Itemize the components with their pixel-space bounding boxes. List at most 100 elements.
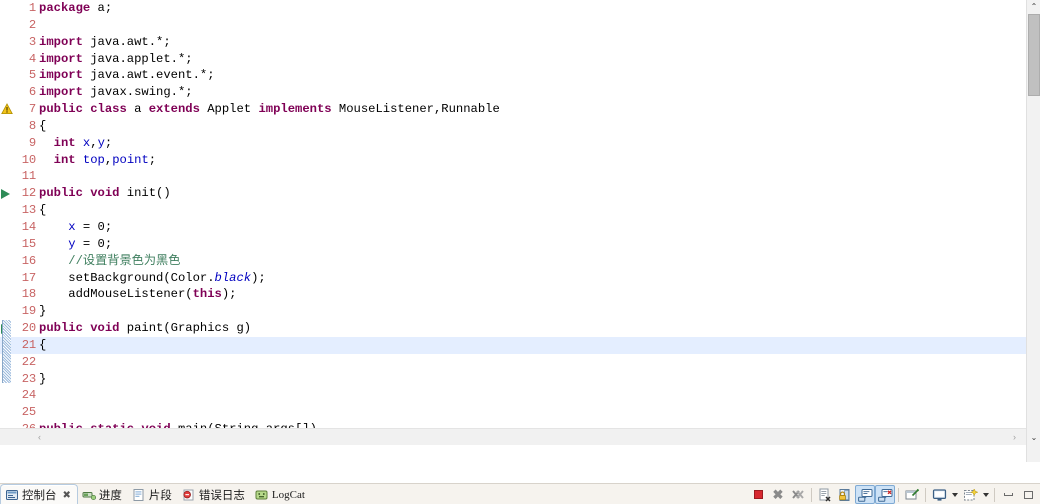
scroll-right-arrow[interactable]: › [1007,430,1022,445]
code-line[interactable]: 7 public class a extends Applet implement… [0,101,1026,118]
code-text[interactable]: //设置背景色为黑色 [39,253,180,270]
code-text[interactable]: x = 0; [39,219,112,236]
view-tab-tab0[interactable]: 控制台 ✖ [0,484,78,504]
folding-region-indicator[interactable] [2,320,11,383]
annotation-ruler-cell[interactable] [0,84,14,101]
annotation-ruler-cell[interactable] [0,135,14,152]
code-line[interactable]: 10 int top,point; [0,152,1026,169]
view-tab-tab1[interactable]: 进度 [78,484,128,504]
annotation-ruler-cell[interactable] [0,202,14,219]
annotation-ruler-cell[interactable] [0,270,14,287]
code-text[interactable]: setBackground(Color.black); [39,270,266,287]
code-line[interactable]: 15 y = 0; [0,236,1026,253]
annotation-ruler-cell[interactable] [0,303,14,320]
annotation-ruler-cell[interactable] [0,286,14,303]
remove-all-terminated-button[interactable] [788,485,808,504]
annotation-ruler-cell[interactable] [0,253,14,270]
annotation-ruler-cell[interactable] [0,101,14,118]
annotation-ruler-cell[interactable] [0,168,14,185]
scroll-up-arrow[interactable]: ⌃ [1027,0,1040,14]
editor-horizontal-scrollbar[interactable]: ‹ › [0,428,1026,445]
code-line[interactable]: 16 //设置背景色为黑色 [0,253,1026,270]
line-number: 4 [28,51,36,66]
code-line[interactable]: 17 setBackground(Color.black); [0,270,1026,287]
code-line[interactable]: 3 import java.awt.*; [0,34,1026,51]
annotation-ruler-cell[interactable] [0,17,14,34]
show-console-on-output-button[interactable] [855,485,875,504]
code-line[interactable]: 20 public void paint(Graphics g) [0,320,1026,337]
code-text[interactable]: public void init() [39,185,171,202]
code-line[interactable]: 13{ [0,202,1026,219]
code-editor[interactable]: 1 package a; 2 3 import java.awt.*; 4 import j… [0,0,1040,462]
code-line[interactable]: 24 [0,387,1026,404]
clear-console-button[interactable] [815,485,835,504]
code-text[interactable]: int x,y; [39,135,113,152]
editor-text-rows[interactable]: 1 package a; 2 3 import java.awt.*; 4 import j… [0,0,1026,445]
code-line[interactable]: 1 package a; [0,0,1026,17]
code-line[interactable]: 19} [0,303,1026,320]
code-text[interactable]: public void paint(Graphics g) [39,320,251,337]
code-text[interactable]: public class a extends Applet implements… [39,101,500,118]
open-console-menu[interactable] [980,485,991,504]
code-line[interactable]: 22 [0,354,1026,371]
code-text[interactable]: y = 0; [39,236,112,253]
code-text[interactable]: } [39,371,46,388]
code-line[interactable]: 18 addMouseListener(this); [0,286,1026,303]
display-selected-console-menu[interactable] [949,485,960,504]
code-text[interactable]: } [39,303,46,320]
code-line[interactable]: 25 [0,404,1026,421]
view-tab-logcat[interactable]: LogCat [251,484,311,504]
code-line[interactable]: 4 import java.applet.*; [0,51,1026,68]
code-line[interactable]: 11 [0,168,1026,185]
code-text[interactable]: { [39,202,46,219]
code-text[interactable]: import java.awt.event.*; [39,67,215,84]
annotation-ruler-cell[interactable] [0,219,14,236]
code-line[interactable]: 12 public void init() [0,185,1026,202]
code-line[interactable]: 9 int x,y; [0,135,1026,152]
annotation-ruler-cell[interactable] [0,0,14,17]
code-line[interactable]: 23} [0,371,1026,388]
console-view-toolbar[interactable]: ✖ [748,484,1038,504]
annotation-ruler-cell[interactable] [0,51,14,68]
view-tab-tab2[interactable]: 片段 [128,484,178,504]
code-text[interactable]: { [39,118,46,135]
annotation-ruler-cell[interactable] [0,387,14,404]
close-icon[interactable]: ✖ [63,490,71,501]
show-console-on-error-button[interactable] [875,485,895,504]
view-tab-strip[interactable]: 控制台 ✖ 进度 片段 错误日志 LogCat [0,484,311,504]
code-line[interactable]: 2 [0,17,1026,34]
annotation-ruler-cell[interactable] [0,152,14,169]
view-tab-tab3[interactable]: 错误日志 [178,484,251,504]
pin-console-button[interactable] [902,485,922,504]
annotation-ruler-cell[interactable] [0,404,14,421]
panel-separator[interactable] [0,462,1040,467]
annotation-ruler-cell[interactable] [0,118,14,135]
open-console-button[interactable] [960,485,980,504]
annotation-ruler-cell[interactable] [0,236,14,253]
code-line[interactable]: 14 x = 0; [0,219,1026,236]
code-line[interactable]: 8{ [0,118,1026,135]
code-text[interactable]: { [39,337,46,354]
terminate-button[interactable] [748,485,768,504]
code-text[interactable]: addMouseListener(this); [39,286,236,303]
code-line[interactable]: 6 import javax.swing.*; [0,84,1026,101]
code-text[interactable]: int top,point; [39,152,156,169]
scroll-lock-button[interactable] [835,485,855,504]
maximize-view-button[interactable] [1018,485,1038,504]
code-line[interactable]: 21{ [0,336,1026,354]
display-selected-console-button[interactable] [929,485,949,504]
annotation-ruler-cell[interactable] [0,67,14,84]
scroll-down-arrow[interactable]: ⌄ [1027,431,1040,445]
minimize-view-button[interactable] [998,485,1018,504]
vertical-scroll-thumb[interactable] [1028,14,1040,96]
scroll-left-arrow[interactable]: ‹ [32,430,47,445]
code-text[interactable]: import java.awt.*; [39,34,171,51]
code-line[interactable]: 5 import java.awt.event.*; [0,67,1026,84]
annotation-ruler-cell[interactable] [0,34,14,51]
code-text[interactable]: import javax.swing.*; [39,84,193,101]
code-text[interactable]: import java.applet.*; [39,51,193,68]
editor-vertical-scrollbar[interactable]: ⌃ ⌄ [1026,0,1040,462]
code-text[interactable]: package a; [39,0,112,17]
remove-launch-button[interactable]: ✖ [768,485,788,504]
annotation-ruler-cell[interactable] [0,185,14,202]
